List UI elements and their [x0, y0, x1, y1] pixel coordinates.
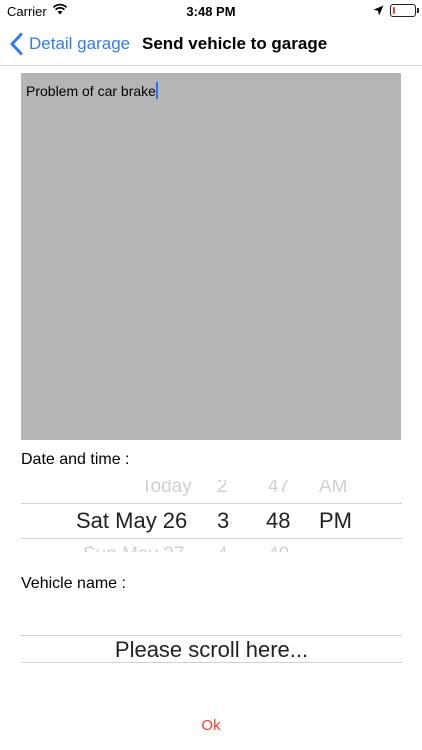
status-bar: Carrier 3:48 PM — [0, 0, 422, 24]
picker-minute: 48 — [266, 508, 291, 533]
status-time: 3:48 PM — [186, 4, 236, 19]
picker-minute: 49 — [268, 538, 289, 552]
battery-icon — [390, 4, 416, 17]
back-button[interactable]: Detail garage — [10, 30, 130, 58]
battery-level — [392, 6, 395, 14]
battery-cap — [417, 8, 419, 13]
ok-button[interactable]: Ok — [0, 717, 422, 734]
picker-hour: 4 — [217, 538, 228, 552]
picker-day: Today — [141, 480, 192, 497]
text-caret — [155, 82, 158, 99]
location-arrow-icon — [373, 5, 384, 16]
picker-row-selected: Sat May 26 3 48 PM — [21, 504, 402, 538]
picker-minute: 47 — [268, 480, 290, 497]
chevron-left-icon — [10, 33, 23, 55]
picker-hour: 2 — [217, 480, 228, 497]
navigation-bar: Detail garage Send vehicle to garage — [0, 24, 422, 66]
picker-ampm: AM — [319, 480, 348, 497]
vehicle-name-label: Vehicle name : — [21, 575, 126, 592]
problem-text: Problem of car brake — [26, 83, 156, 99]
vehicle-name-picker[interactable]: Please scroll here... — [21, 635, 402, 663]
date-time-picker[interactable]: Today 2 47 AM Sat May 26 3 48 PM Sun May… — [21, 480, 402, 552]
picker-day: Sun May 27 — [83, 538, 184, 552]
page-title: Send vehicle to garage — [142, 34, 328, 53]
date-time-label: Date and time : — [21, 451, 130, 468]
picker-row-previous: Today 2 47 AM — [21, 480, 402, 504]
picker-ampm: PM — [319, 508, 352, 533]
picker-row-next: Sun May 27 4 49 — [21, 538, 402, 552]
picker-hour: 3 — [217, 508, 230, 533]
problem-textarea[interactable]: Problem of car brake — [21, 73, 401, 440]
back-button-label: Detail garage — [29, 34, 131, 53]
picker-day: Sat May 26 — [76, 508, 188, 533]
